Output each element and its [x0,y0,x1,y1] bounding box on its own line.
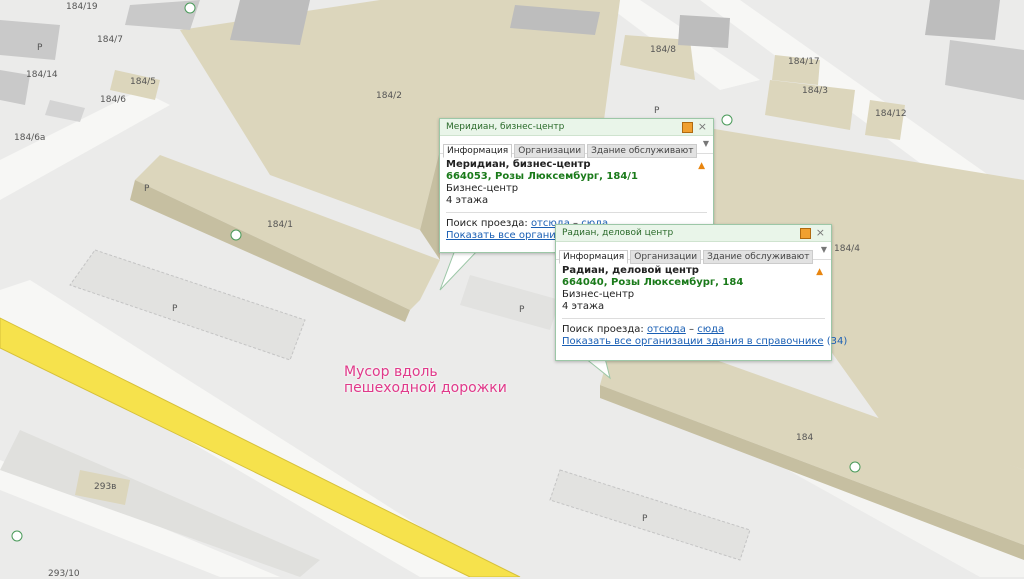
popup-header: Меридиан, бизнес-центр × [440,119,713,136]
building-184-12 [865,100,905,140]
poi-icon [849,461,861,473]
annotation-line: пешеходной дорожки [344,380,507,396]
pin-icon[interactable] [800,228,811,239]
popup-floors: 4 этажа [446,195,489,206]
chevron-down-icon[interactable]: ▼ [821,245,827,254]
building-label: 293/10 [48,569,80,579]
building-label: 184/19 [66,2,98,12]
divider [562,318,825,319]
chevron-down-icon[interactable]: ▼ [703,139,709,148]
parking-label: P [654,106,660,116]
route-separator: – [689,324,695,335]
popup-type: Бизнес-центр [446,183,519,194]
popup-header: Радиан, деловой центр × [556,225,831,242]
building-label: 293в [94,482,117,492]
building-label: 184/5 [130,77,156,87]
close-icon[interactable]: × [698,120,707,133]
building-label: 184/6 [100,95,126,105]
building-label: 184 [796,433,814,443]
popup-tabs: Информация Организации Здание обслуживают … [440,136,713,158]
parking-label: P [172,304,178,314]
popup-building-name: Радиан, деловой центр [562,265,699,276]
popup-address: 664053, Розы Люксембург, 184/1 [446,171,638,182]
building-gray [678,15,730,48]
close-icon[interactable]: × [816,226,825,239]
parking-label: P [144,184,150,194]
building-label: 184/7 [97,35,123,45]
building-label: 184/8 [650,45,676,55]
popup-title: Меридиан, бизнес-центр [446,122,565,132]
parking-label: P [519,305,525,315]
pin-icon[interactable] [682,122,693,133]
poi-icon [184,2,196,14]
warning-icon[interactable]: ▲ [816,266,823,278]
building-label: 184/1 [267,220,293,230]
popup-body: ▲ Радиан, деловой центр 664040, Розы Люк… [556,260,847,353]
popup-building-name: Меридиан, бизнес-центр [446,159,591,170]
warning-icon[interactable]: ▲ [698,160,705,172]
route-from-link[interactable]: отсюда [647,324,686,335]
building-gray [230,0,310,45]
building-label: 184/3 [802,86,828,96]
building-gray [925,0,1000,40]
show-all-orgs-link[interactable]: Показать все организации здания в справо… [562,336,824,347]
popup-address: 664040, Розы Люксембург, 184 [562,277,744,288]
popup-title: Радиан, деловой центр [562,228,674,238]
parking-label: P [37,43,43,53]
divider [446,212,707,213]
popup-type: Бизнес-центр [562,289,635,300]
route-to-link[interactable]: сюда [697,324,724,335]
route-label: Поиск проезда: [446,218,528,229]
building-label: 184/14 [26,70,58,80]
building-label: 184/12 [875,109,907,119]
route-search: Поиск проезда: отсюда – сюда [562,324,825,336]
poi-icon [11,530,23,542]
poi-icon [230,229,242,241]
poi-icon [721,114,733,126]
annotation-line: Мусор вдоль [344,364,438,380]
org-count: (34) [826,336,848,347]
building-popup-radian[interactable]: Радиан, деловой центр × Информация Органи… [555,224,847,361]
popup-tabs: Информация Организации Здание обслуживают … [556,242,831,264]
building-gray [0,20,60,60]
parking-label: P [642,514,648,524]
building-label: 184/2 [376,91,402,101]
building-label: 184/17 [788,57,820,67]
route-label: Поиск проезда: [562,324,644,335]
annotation: Мусор вдоль пешеходной дорожки [344,364,507,396]
building-label: 184/6а [14,133,46,143]
popup-floors: 4 этажа [562,301,605,312]
building-label: 184/4 [834,244,860,254]
